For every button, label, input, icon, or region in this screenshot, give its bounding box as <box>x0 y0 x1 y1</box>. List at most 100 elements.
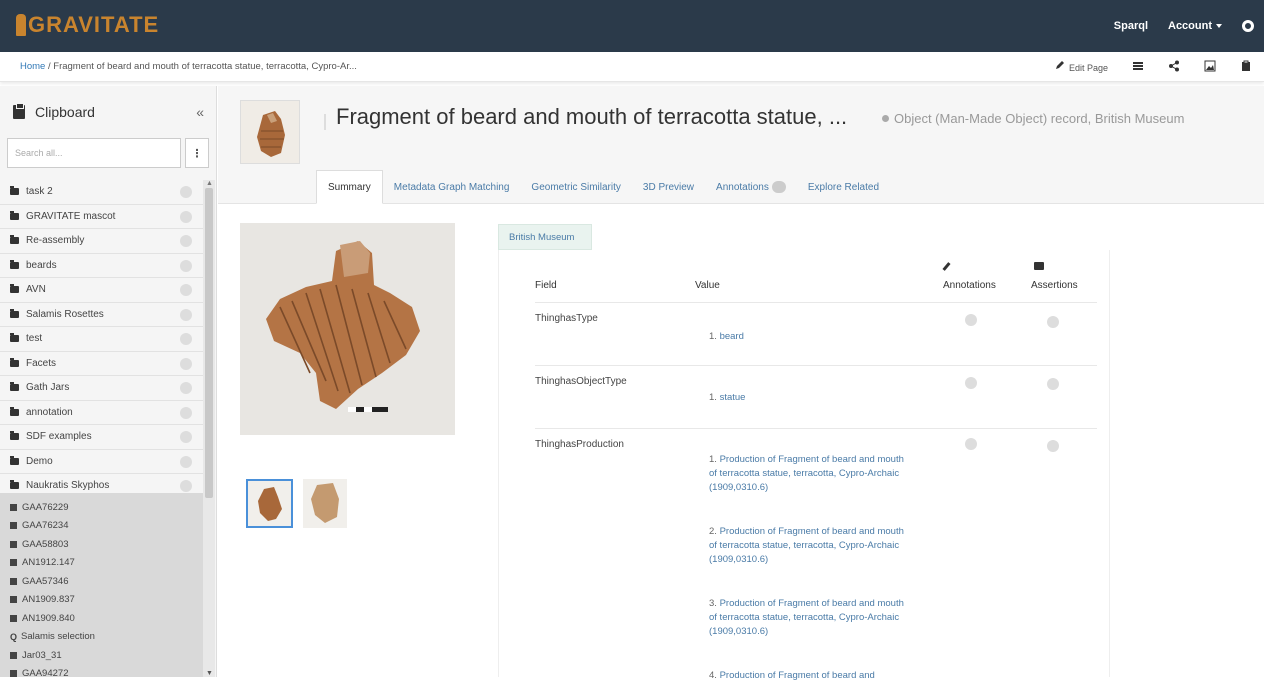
share-icon[interactable] <box>1168 60 1180 72</box>
value-link[interactable]: Production of Fragment of beard and mout… <box>709 454 904 493</box>
breadcrumb-separator: / <box>48 61 51 72</box>
folder-item[interactable]: Salamis Rosettes <box>0 303 203 328</box>
assertions-count-badge[interactable] <box>1047 316 1059 328</box>
folder-item[interactable]: GRAVITATE mascot <box>0 205 203 230</box>
search-icon: Q <box>10 632 17 642</box>
field-name: ThinghasObjectType <box>535 376 627 387</box>
top-navbar: GRAVITATE Sparql Account <box>0 0 1264 52</box>
value-number: 2. <box>709 526 717 537</box>
list-item-label: AN1912.147 <box>22 557 75 568</box>
folder-label: AVN <box>26 284 46 295</box>
folder-item[interactable]: Demo <box>0 450 203 475</box>
terracotta-fragment-image <box>240 223 455 435</box>
tab-explore-related[interactable]: Explore Related <box>797 170 890 204</box>
logo-figure-icon <box>16 14 26 36</box>
list-item[interactable]: GAA76234 <box>0 517 203 536</box>
folder-item[interactable]: AVN <box>0 278 203 303</box>
list-item[interactable]: QSalamis selection <box>0 628 203 647</box>
list-item[interactable]: GAA76229 <box>0 498 203 517</box>
sparql-link[interactable]: Sparql <box>1114 20 1148 32</box>
list-item[interactable]: AN1909.840 <box>0 609 203 628</box>
image-icon[interactable] <box>1204 60 1216 72</box>
annotations-count-badge[interactable] <box>965 377 977 389</box>
assertions-count-badge[interactable] <box>1047 440 1059 452</box>
folder-label: SDF examples <box>26 431 92 442</box>
collapse-sidebar-icon[interactable]: « <box>196 104 204 120</box>
count-badge <box>180 407 192 419</box>
scrollbar-thumb[interactable] <box>205 188 213 498</box>
breadcrumb-home[interactable]: Home <box>20 61 45 72</box>
fragment-thumbnail-image <box>248 481 291 526</box>
folder-label: Facets <box>26 358 56 369</box>
table-divider <box>535 302 1097 303</box>
count-badge <box>180 456 192 468</box>
folder-list: task 2 GRAVITATE mascot Re-assembly bear… <box>0 180 203 499</box>
breadcrumb-bar: Home / Fragment of beard and mouth of te… <box>0 52 1264 82</box>
value-link[interactable]: beard <box>720 331 744 342</box>
count-badge <box>180 309 192 321</box>
folder-item[interactable]: SDF examples <box>0 425 203 450</box>
tab-3d-preview[interactable]: 3D Preview <box>632 170 705 204</box>
list-item-label: GAA76229 <box>22 502 68 513</box>
object-main-image[interactable] <box>240 223 455 435</box>
annotations-count-badge[interactable] <box>965 438 977 450</box>
page-title: Fragment of beard and mouth of terracott… <box>336 104 847 130</box>
value-number: 1. <box>709 454 717 465</box>
list-item[interactable]: AN1912.147 <box>0 554 203 573</box>
value-number: 1. <box>709 331 717 342</box>
folder-icon <box>10 335 19 342</box>
field-name: ThinghasType <box>535 313 598 324</box>
folder-item[interactable]: Gath Jars <box>0 376 203 401</box>
clipboard-sidebar: Clipboard « Search all... ⋮ task 2 GRAVI… <box>0 86 217 677</box>
value-link[interactable]: Production of Fragment of beard and mout… <box>709 526 904 565</box>
breadcrumb-current: Fragment of beard and mouth of terracott… <box>53 61 357 72</box>
sidebar-scrollbar[interactable]: ▲ ▼ <box>203 180 215 677</box>
list-icon[interactable] <box>1132 60 1144 72</box>
folder-item[interactable]: Facets <box>0 352 203 377</box>
list-item[interactable]: GAA94272 <box>0 665 203 683</box>
source-tab-british-museum[interactable]: British Museum <box>498 224 592 250</box>
scroll-down-icon[interactable]: ▼ <box>206 670 213 677</box>
list-item-label: GAA76234 <box>22 520 68 531</box>
tab-summary[interactable]: Summary <box>316 170 383 204</box>
folder-label: Re-assembly <box>26 235 84 246</box>
folder-item[interactable]: test <box>0 327 203 352</box>
folder-item[interactable]: Re-assembly <box>0 229 203 254</box>
folder-icon <box>10 433 19 440</box>
list-item[interactable]: AN1909.837 <box>0 591 203 610</box>
scroll-up-icon[interactable]: ▲ <box>206 180 213 187</box>
pencil-icon <box>1054 59 1066 71</box>
object-icon <box>10 670 17 677</box>
gallery-thumbnail-1[interactable] <box>246 479 293 528</box>
folder-item[interactable]: beards <box>0 254 203 279</box>
breadcrumb: Home / Fragment of beard and mouth of te… <box>20 61 357 72</box>
record-type-dot-icon <box>882 115 889 122</box>
folder-item[interactable]: task 2 <box>0 180 203 205</box>
value-link[interactable]: Production of Fragment of beard and <box>720 670 875 681</box>
tab-metadata-graph-matching[interactable]: Metadata Graph Matching <box>383 170 521 204</box>
annotations-count-badge[interactable] <box>965 314 977 326</box>
account-menu[interactable]: Account <box>1168 20 1222 32</box>
folder-icon <box>10 409 19 416</box>
gallery-thumbnail-2[interactable] <box>303 479 347 528</box>
assertions-count-badge[interactable] <box>1047 378 1059 390</box>
value-link[interactable]: Production of Fragment of beard and mout… <box>709 598 904 637</box>
list-item[interactable]: GAA58803 <box>0 535 203 554</box>
list-item[interactable]: Jar03_31 <box>0 646 203 665</box>
folder-item[interactable]: annotation <box>0 401 203 426</box>
gear-icon[interactable] <box>1242 20 1254 32</box>
caret-down-icon <box>1216 24 1222 28</box>
value-link[interactable]: statue <box>720 392 746 403</box>
edit-page-button[interactable]: Edit Page <box>1054 59 1108 73</box>
search-options-button[interactable]: ⋮ <box>185 138 209 168</box>
clipboard-icon[interactable] <box>1240 60 1252 72</box>
list-item[interactable]: GAA57346 <box>0 572 203 591</box>
app-logo[interactable]: GRAVITATE <box>16 10 159 40</box>
folder-label: beards <box>26 260 57 271</box>
tab-geometric-similarity[interactable]: Geometric Similarity <box>520 170 631 204</box>
list-item-label: GAA58803 <box>22 539 68 550</box>
search-input[interactable]: Search all... <box>7 138 181 168</box>
account-label: Account <box>1168 20 1212 32</box>
table-divider <box>535 428 1097 429</box>
tab-annotations[interactable]: Annotations <box>705 170 797 204</box>
